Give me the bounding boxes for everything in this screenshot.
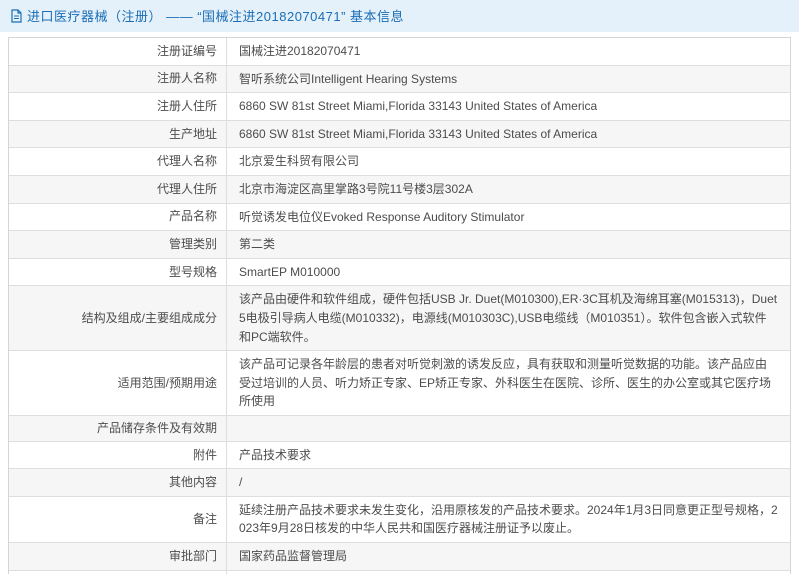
row-label-text: 代理人住所: [157, 181, 217, 198]
row-value: /: [227, 469, 790, 496]
table-row: 备注 延续注册产品技术要求未发生变化，沿用原核发的产品技术要求。2024年1月3…: [9, 497, 790, 543]
row-value: 该产品由硬件和软件组成，硬件包括USB Jr. Duet(M010300),ER…: [227, 286, 790, 350]
row-value: 国家药品监督管理局: [227, 543, 790, 570]
row-value: 产品技术要求: [227, 442, 790, 469]
row-label-text: 其他内容: [169, 474, 217, 491]
registration-info-table: 注册证编号 国械注进20182070471 注册人名称 智听系统公司Intell…: [8, 37, 791, 574]
row-value: 6860 SW 81st Street Miami,Florida 33143 …: [227, 93, 790, 120]
row-label: 生产地址: [9, 121, 227, 148]
table-row: 结构及组成/主要组成成分 该产品由硬件和软件组成，硬件包括USB Jr. Due…: [9, 286, 790, 351]
row-value: 第二类: [227, 231, 790, 258]
row-label: 产品储存条件及有效期: [9, 416, 227, 441]
row-label: 管理类别: [9, 231, 227, 258]
row-label: 注册人名称: [9, 66, 227, 93]
row-value: 6860 SW 81st Street Miami,Florida 33143 …: [227, 121, 790, 148]
row-value: 北京爱生科贸有限公司: [227, 148, 790, 175]
row-value: [227, 416, 790, 441]
row-label: 附件: [9, 442, 227, 469]
table-row: 产品名称 听觉诱发电位仪Evoked Response Auditory Sti…: [9, 204, 790, 232]
row-value: 该产品可记录各年龄层的患者对听觉刺激的诱发反应，具有获取和测量听觉数据的功能。该…: [227, 351, 790, 415]
row-label-text: 备注: [193, 511, 217, 528]
row-label-text: 管理类别: [169, 236, 217, 253]
table-row: 适用范围/预期用途 该产品可记录各年龄层的患者对听觉刺激的诱发反应，具有获取和测…: [9, 351, 790, 416]
table-row: 代理人名称 北京爱生科贸有限公司: [9, 148, 790, 176]
row-value: SmartEP M010000: [227, 259, 790, 286]
row-label: 备注: [9, 497, 227, 542]
page-title: 进口医疗器械（注册） —— “国械注进20182070471” 基本信息: [27, 6, 404, 25]
row-label-text: 适用范围/预期用途: [118, 375, 217, 392]
row-label-text: 产品储存条件及有效期: [97, 420, 217, 437]
document-icon: [10, 9, 23, 23]
row-label: 代理人住所: [9, 176, 227, 203]
table-row: 管理类别 第二类: [9, 231, 790, 259]
row-label: 其他内容: [9, 469, 227, 496]
row-label: 注册证编号: [9, 38, 227, 65]
page-title-bar: 进口医疗器械（注册） —— “国械注进20182070471” 基本信息: [0, 0, 799, 32]
row-label-text: 生产地址: [169, 126, 217, 143]
table-row: 注册证编号 国械注进20182070471: [9, 38, 790, 66]
row-label-text: 审批部门: [169, 548, 217, 565]
table-row: 审批部门 国家药品监督管理局: [9, 543, 790, 571]
row-value: 听觉诱发电位仪Evoked Response Auditory Stimulat…: [227, 204, 790, 231]
row-label-text: 产品名称: [169, 208, 217, 225]
row-label-text: 代理人名称: [157, 153, 217, 170]
row-label: 产品名称: [9, 204, 227, 231]
table-row: 产品储存条件及有效期: [9, 416, 790, 442]
row-label-text: 附件: [193, 447, 217, 464]
row-value: 国械注进20182070471: [227, 38, 790, 65]
row-value: 北京市海淀区高里掌路3号院11号楼3层302A: [227, 176, 790, 203]
row-label: 审批部门: [9, 543, 227, 570]
row-label: 代理人名称: [9, 148, 227, 175]
table-row: 附件 产品技术要求: [9, 442, 790, 470]
row-label: 结构及组成/主要组成成分: [9, 286, 227, 350]
row-label-text: 型号规格: [169, 264, 217, 281]
row-label: 适用范围/预期用途: [9, 351, 227, 415]
table-row: 生产地址 6860 SW 81st Street Miami,Florida 3…: [9, 121, 790, 149]
table-row: 型号规格 SmartEP M010000: [9, 259, 790, 287]
row-value: 延续注册产品技术要求未发生变化，沿用原核发的产品技术要求。2024年1月3日同意…: [227, 497, 790, 542]
row-label-text: 结构及组成/主要组成成分: [82, 310, 217, 327]
table-row: 其他内容 /: [9, 469, 790, 497]
row-label-text: 注册人名称: [157, 70, 217, 87]
row-label-text: 注册人住所: [157, 98, 217, 115]
table-row: 代理人住所 北京市海淀区高里掌路3号院11号楼3层302A: [9, 176, 790, 204]
row-label-text: 注册证编号: [157, 43, 217, 60]
table-row: 注册人名称 智听系统公司Intelligent Hearing Systems: [9, 66, 790, 94]
row-label: 注册人住所: [9, 93, 227, 120]
row-value: 智听系统公司Intelligent Hearing Systems: [227, 66, 790, 93]
table-row: 注册人住所 6860 SW 81st Street Miami,Florida …: [9, 93, 790, 121]
row-label: 型号规格: [9, 259, 227, 286]
